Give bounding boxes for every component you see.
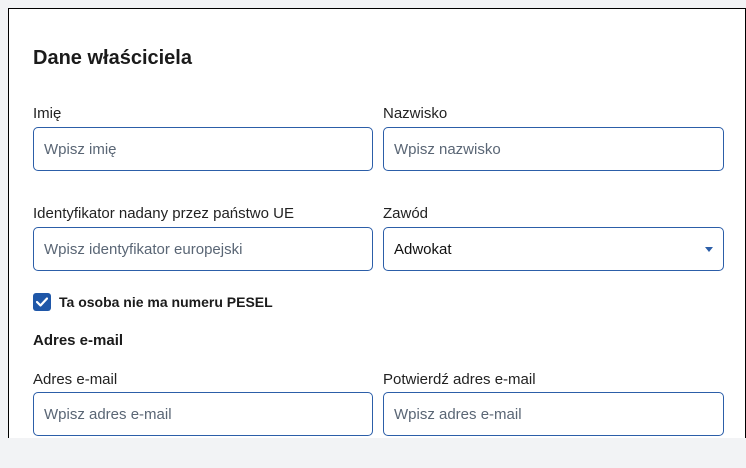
email-field[interactable]	[33, 392, 373, 436]
dropdown-caret-icon	[705, 247, 713, 252]
first-name-field[interactable]	[33, 127, 373, 171]
owner-form-card: Dane właściciela Imię Nazwisko Identyfik…	[8, 8, 746, 438]
no-pesel-label[interactable]: Ta osoba nie ma numeru PESEL	[59, 294, 273, 310]
last-name-field[interactable]	[383, 127, 724, 171]
eu-id-input[interactable]	[44, 240, 372, 258]
email-label: Adres e-mail	[33, 371, 118, 388]
last-name-input[interactable]	[394, 140, 723, 158]
section-title: Dane właściciela	[33, 47, 192, 69]
checkmark-icon	[36, 297, 48, 307]
first-name-input[interactable]	[44, 140, 372, 158]
email-section-heading: Adres e-mail	[33, 332, 124, 349]
eu-id-field[interactable]	[33, 227, 373, 271]
first-name-label: Imię	[33, 105, 62, 122]
email-input[interactable]	[44, 405, 372, 423]
confirm-email-field[interactable]	[383, 392, 724, 436]
eu-id-label: Identyfikator nadany przez państwo UE	[33, 205, 294, 222]
last-name-label: Nazwisko	[383, 105, 448, 122]
profession-value: Adwokat	[394, 240, 452, 258]
profession-label: Zawód	[383, 205, 429, 222]
confirm-email-label: Potwierdź adres e-mail	[383, 371, 536, 388]
profession-select[interactable]: Adwokat	[383, 227, 724, 271]
confirm-email-input[interactable]	[394, 405, 723, 423]
no-pesel-checkbox[interactable]	[33, 293, 51, 311]
